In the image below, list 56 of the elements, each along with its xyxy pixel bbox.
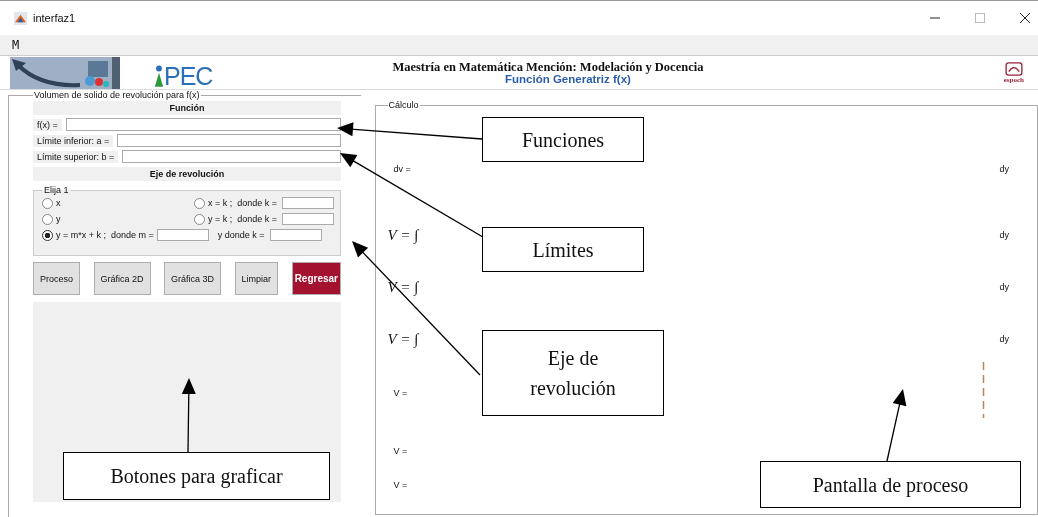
banner-title: Maestría en Matemática Mención: Modelación y Docencia bbox=[392, 60, 704, 73]
annotation-label: Botones para graficar bbox=[63, 452, 330, 500]
action-button[interactable]: Limpiar bbox=[234, 262, 279, 295]
dashed-line bbox=[981, 362, 985, 418]
input-field[interactable] bbox=[156, 229, 209, 241]
app-icon bbox=[14, 11, 27, 25]
field-label: f(x) = bbox=[33, 118, 62, 131]
institute-logo: PEC bbox=[154, 57, 213, 88]
input-field[interactable] bbox=[117, 134, 341, 147]
radio-button[interactable] bbox=[42, 213, 53, 225]
differential-label: dy bbox=[999, 164, 1009, 174]
section-header: Función bbox=[33, 101, 341, 115]
window-title: interfaz1 bbox=[33, 12, 76, 24]
option-label: y bbox=[56, 214, 61, 224]
menu-item[interactable]: M bbox=[12, 38, 20, 52]
radio-button[interactable] bbox=[193, 197, 205, 209]
radio-button[interactable] bbox=[42, 229, 53, 241]
back-button[interactable]: Regresar bbox=[291, 262, 341, 295]
formula-label: V = bbox=[393, 480, 408, 490]
input-field[interactable] bbox=[282, 197, 334, 209]
panel-title: Cálculo bbox=[387, 100, 420, 110]
action-button[interactable]: Gráfica 3D bbox=[164, 262, 222, 295]
differential-label: dy bbox=[999, 282, 1009, 292]
maximize-icon[interactable] bbox=[975, 13, 985, 23]
field-label: Límite inferior: a = bbox=[33, 134, 114, 147]
banner-subtitle: Función Generatriz f(x) bbox=[505, 72, 631, 85]
section-header: Eje de revolución bbox=[33, 167, 341, 181]
close-icon[interactable] bbox=[1020, 13, 1030, 23]
formula-label: V = bbox=[393, 446, 408, 456]
option-label: x bbox=[56, 198, 61, 208]
group-title: Elija 1 bbox=[43, 185, 70, 195]
volume-integral: V = ∫ bbox=[387, 278, 419, 296]
differential-label: dy bbox=[999, 334, 1009, 344]
volume-integral: V = ∫ bbox=[387, 330, 419, 348]
input-field[interactable] bbox=[282, 213, 334, 225]
option-label: y donde k = bbox=[217, 230, 265, 240]
action-button[interactable]: Gráfica 2D bbox=[93, 262, 151, 295]
annotation-label: Límites bbox=[482, 227, 644, 272]
input-field[interactable] bbox=[65, 118, 341, 131]
input-field[interactable] bbox=[122, 150, 341, 163]
option-label: x = k ; donde k = bbox=[207, 198, 277, 208]
action-button[interactable]: Proceso bbox=[33, 262, 81, 295]
radio-button[interactable] bbox=[193, 213, 205, 225]
input-field[interactable] bbox=[269, 229, 322, 241]
formula-label: dv = bbox=[393, 164, 411, 174]
annotation-label: Pantalla de proceso bbox=[760, 461, 1021, 508]
annotation-label: Funciones bbox=[482, 117, 644, 162]
field-label: Límite superior: b = bbox=[33, 150, 119, 163]
option-label: y = k ; donde k = bbox=[207, 214, 277, 224]
radio-button[interactable] bbox=[42, 197, 53, 209]
volume-integral: V = ∫ bbox=[387, 226, 419, 244]
panel-title: Volumen de solido de revolución para f(x) bbox=[33, 90, 201, 100]
differential-label: dy bbox=[999, 230, 1009, 240]
option-label: y = m*x + k ; donde m = bbox=[56, 230, 154, 240]
annotation-label: Eje de revolución bbox=[482, 330, 664, 416]
formula-label: V = bbox=[393, 388, 408, 398]
